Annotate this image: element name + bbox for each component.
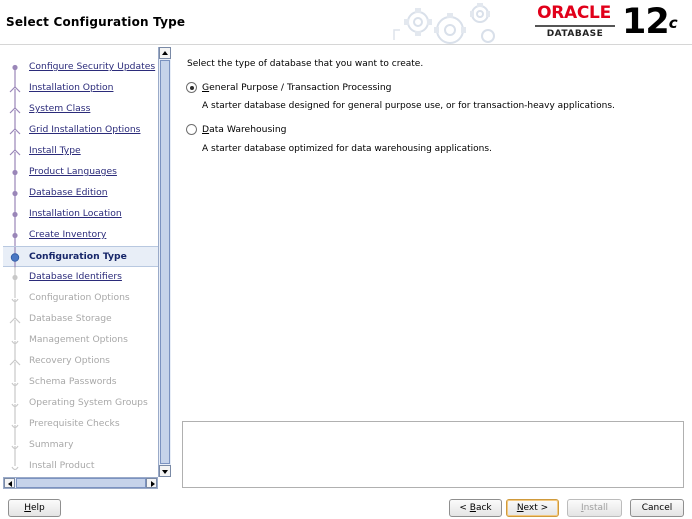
- step-node-icon: [9, 99, 21, 120]
- step-node-icon: [11, 435, 19, 456]
- prompt-text: Select the type of database that you wan…: [187, 59, 424, 69]
- scroll-left-button[interactable]: [4, 478, 15, 488]
- version-badge: 12c: [622, 2, 678, 42]
- next-button[interactable]: Next >: [506, 499, 559, 517]
- nav-step-label: Install Type: [29, 145, 81, 156]
- nav-step: Summary: [3, 435, 158, 456]
- nav-step[interactable]: Configuration Type: [3, 246, 158, 268]
- nav-step-label: Create Inventory: [29, 229, 107, 240]
- step-node-icon: [10, 247, 20, 268]
- nav-step-label: Installation Location: [29, 208, 122, 219]
- step-node-icon: [11, 372, 19, 393]
- header-divider: [0, 44, 692, 45]
- nav-step-label: Database Edition: [29, 187, 108, 198]
- nav-step: Recovery Options: [3, 351, 158, 372]
- nav-step-label: Recovery Options: [29, 355, 110, 366]
- horizontal-scroll-thumb[interactable]: [16, 478, 146, 488]
- step-node-icon: [12, 183, 18, 204]
- nav-step[interactable]: System Class: [3, 99, 158, 120]
- step-node-icon: [11, 456, 19, 471]
- scroll-up-button[interactable]: [159, 47, 171, 59]
- nav-step: Schema Passwords: [3, 372, 158, 393]
- step-node-icon: [9, 351, 21, 372]
- nav-step-label: Configure Security Updates: [29, 61, 156, 72]
- scroll-thumb[interactable]: [160, 60, 170, 464]
- arrow-down-icon: [162, 470, 168, 474]
- scroll-right-button[interactable]: [146, 478, 157, 488]
- option-general-purpose[interactable]: General Purpose / Transaction Processing: [186, 82, 436, 94]
- nav-step-label: Schema Passwords: [29, 376, 117, 387]
- nav-step-label: Management Options: [29, 334, 128, 345]
- step-node-icon: [11, 393, 19, 414]
- version-number: 12: [622, 2, 670, 42]
- nav-step[interactable]: Database Edition: [3, 183, 158, 204]
- arrow-right-icon: [151, 481, 155, 487]
- step-node-icon: [9, 120, 21, 141]
- general-purpose-description: A starter database designed for general …: [202, 101, 615, 111]
- nav-vertical-scrollbar[interactable]: [158, 47, 171, 477]
- nav-step-label: Product Languages: [29, 166, 117, 177]
- page-title: Select Configuration Type: [6, 15, 186, 29]
- nav-step: Install Product: [3, 456, 158, 477]
- nav-step-label: Configuration Options: [29, 292, 130, 303]
- data-warehousing-label[interactable]: Data Warehousing: [202, 124, 286, 135]
- nav-step-label: Database Identifiers: [29, 271, 122, 282]
- nav-step: Operating System Groups: [3, 393, 158, 414]
- nav-step: Configuration Options: [3, 288, 158, 309]
- help-button[interactable]: Help: [8, 499, 61, 517]
- step-node-icon: [9, 309, 21, 330]
- nav-step[interactable]: Installation Option: [3, 78, 158, 99]
- nav-step-label: Installation Option: [29, 82, 114, 93]
- nav-step-label: Operating System Groups: [29, 397, 148, 408]
- gears-graphic-icon: [393, 3, 495, 44]
- version-suffix: c: [668, 14, 678, 32]
- nav-step[interactable]: Install Type: [3, 141, 158, 162]
- main-panel: Select the type of database that you wan…: [180, 47, 686, 419]
- general-purpose-label[interactable]: General Purpose / Transaction Processing: [202, 82, 391, 93]
- nav-step-label: System Class: [29, 103, 91, 114]
- nav-horizontal-scrollbar[interactable]: [3, 477, 158, 489]
- step-node-icon: [11, 330, 19, 351]
- nav-step[interactable]: Grid Installation Options: [3, 120, 158, 141]
- option-data-warehousing[interactable]: Data Warehousing: [186, 124, 336, 136]
- nav-step: Database Storage: [3, 309, 158, 330]
- step-node-icon: [12, 64, 18, 78]
- database-wordmark: DATABASE: [535, 25, 615, 41]
- arrow-left-icon: [8, 481, 12, 487]
- oracle-wordmark: ORACLE: [537, 3, 611, 23]
- header: Select Configuration Type ORACLE DATABAS…: [0, 0, 692, 44]
- cancel-button[interactable]: Cancel: [630, 499, 684, 517]
- general-purpose-radio[interactable]: [186, 82, 197, 93]
- nav-step-label: Summary: [29, 439, 74, 450]
- nav-step[interactable]: Installation Location: [3, 204, 158, 225]
- details-box: [182, 421, 684, 488]
- step-node-icon: [12, 204, 18, 225]
- scroll-down-button[interactable]: [159, 465, 171, 477]
- nav-step[interactable]: Create Inventory: [3, 225, 158, 246]
- step-node-icon: [9, 78, 21, 99]
- step-node-icon: [11, 288, 19, 309]
- step-node-icon: [11, 414, 19, 435]
- oracle-database-logo: ORACLE DATABASE: [531, 4, 617, 42]
- nav-step-label: Configuration Type: [29, 251, 127, 262]
- step-node-icon: [12, 267, 18, 288]
- data-warehousing-radio[interactable]: [186, 124, 197, 135]
- arrow-up-icon: [162, 51, 168, 55]
- back-button[interactable]: < Back: [449, 499, 502, 517]
- step-node-icon: [9, 141, 21, 162]
- nav-step-label: Database Storage: [29, 313, 112, 324]
- steps-nav: Configure Security Updates Installation O…: [3, 47, 161, 477]
- nav-step[interactable]: Product Languages: [3, 162, 158, 183]
- step-node-icon: [12, 162, 18, 183]
- install-button[interactable]: Install: [567, 499, 622, 517]
- step-node-icon: [12, 225, 18, 246]
- nav-step[interactable]: Database Identifiers: [3, 267, 158, 288]
- nav-step: Prerequisite Checks: [3, 414, 158, 435]
- nav-step-label: Install Product: [29, 460, 95, 471]
- nav-step[interactable]: Configure Security Updates: [3, 57, 158, 78]
- nav-step-label: Prerequisite Checks: [29, 418, 120, 429]
- nav-step: Management Options: [3, 330, 158, 351]
- data-warehousing-description: A starter database optimized for data wa…: [202, 144, 492, 154]
- nav-step-label: Grid Installation Options: [29, 124, 141, 135]
